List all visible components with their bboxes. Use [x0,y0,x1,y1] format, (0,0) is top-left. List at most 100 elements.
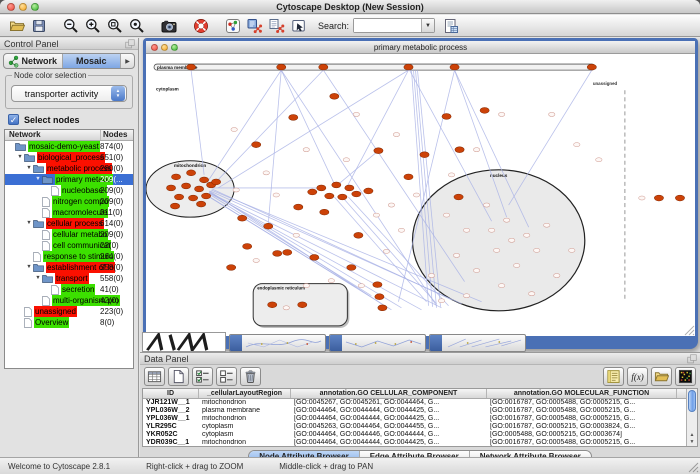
network-node[interactable] [268,302,277,308]
attribute-editor-button[interactable] [440,16,462,36]
tree-item-nucleobase[interactable]: nucleobase-209(0) [5,185,133,196]
table-cell[interactable]: mitochondrion [199,415,291,423]
table-cell[interactable]: [GO:0044464, GO:0044444, GO:0044425, G..… [291,415,487,423]
network-node[interactable] [523,233,529,237]
network-node[interactable] [569,248,575,252]
network-node[interactable] [483,203,489,207]
network-node[interactable] [273,193,279,197]
network-node[interactable] [398,228,404,232]
tree-item-biological-process[interactable]: ▼biological_process651(0) [5,152,133,163]
network-node[interactable] [328,279,334,283]
column-header-4[interactable]: annotation.GO MOLECULAR_FUNCTION [487,389,677,398]
network-node[interactable] [528,292,534,296]
network-node[interactable] [455,147,464,153]
network-node[interactable] [345,185,354,191]
zoom-in-button[interactable] [82,16,104,36]
network-node[interactable] [332,182,341,188]
node-color-dropdown[interactable]: transporter activity ▲▼ [11,85,127,102]
select-nodes-row[interactable]: ✓ Select nodes [8,114,130,125]
network-node[interactable] [186,170,195,176]
network-node[interactable] [347,265,356,271]
table-cell[interactable]: plasma membrane [199,407,291,415]
tree-item-primary-metabo[interactable]: ▼primary metabo209(... [5,174,133,185]
table-cell[interactable]: YJR121W__1 [143,399,199,407]
network-node[interactable] [298,302,307,308]
expand-arrow-icon[interactable]: ▼ [34,174,42,185]
table-cell[interactable]: [GO:0045263, GO:0044464, GO:0044455, G..… [291,423,487,431]
expand-arrow-icon[interactable]: ▼ [34,273,42,284]
table-row[interactable]: YDR039C__1mitochondrion[GO:0044464, GO:0… [143,439,697,447]
tab-network[interactable]: Network [4,54,63,68]
network-node[interactable] [554,274,560,278]
network-node[interactable] [238,215,247,221]
table-cell[interactable]: YDR039C__1 [143,439,199,447]
network-node[interactable] [549,112,555,116]
table-cell[interactable]: mitochondrion [199,399,291,407]
unselect-attributes-button[interactable] [216,367,237,386]
zoom-button[interactable] [31,3,39,11]
help-button[interactable] [190,16,212,36]
new-attribute-button[interactable] [168,367,189,386]
network-node[interactable] [352,191,361,197]
scrollbar-thumb[interactable] [688,390,696,412]
search-input[interactable] [354,19,421,32]
tree-item-overview[interactable]: Overview8(0) [5,317,133,328]
network-node[interactable] [283,306,289,310]
network-node[interactable] [534,248,540,252]
tab-mosaic[interactable]: Mosaic [63,54,122,68]
table-cell[interactable]: [GO:0016787, GO:0005215, GO:0003824, G..… [487,423,677,431]
network-window-titlebar[interactable]: primary metabolic process [146,41,695,54]
network-node[interactable] [181,183,190,189]
network-node[interactable] [420,152,429,158]
import-network-1-button[interactable] [244,16,266,36]
import-table-button[interactable] [651,367,672,386]
table-cell[interactable]: YKR052C [143,431,199,439]
network-node[interactable] [170,203,179,209]
network-node[interactable] [473,269,479,273]
float-panel-icon[interactable] [125,39,135,49]
network-node[interactable] [338,194,347,200]
network-node[interactable] [450,64,459,70]
network-node[interactable] [358,284,364,288]
network-node[interactable] [493,248,499,252]
matrix-button[interactable] [675,367,696,386]
minimized-window-thumbnail-1[interactable] [142,332,226,352]
search-dropdown-button[interactable]: ▼ [421,19,434,32]
network-node[interactable] [277,64,286,70]
network-close-button[interactable] [151,44,158,51]
tree-item-multi-organism-pro[interactable]: multi-organism pro42(0) [5,295,133,306]
network-node[interactable] [544,223,550,227]
tree-item-nitrogen-compo[interactable]: nitrogen compo209(0) [5,196,133,207]
network-node[interactable] [513,263,519,267]
resize-grip[interactable] [687,461,699,473]
network-canvas[interactable]: plasma membranecytoplasmmitochondrionnuc… [146,54,695,336]
open-button[interactable] [6,16,28,36]
network-node[interactable] [263,171,269,175]
network-node[interactable] [448,173,454,177]
network-node[interactable] [303,148,309,152]
network-node[interactable] [166,185,175,191]
network-node[interactable] [243,243,252,249]
expand-arrow-icon[interactable]: ▼ [25,163,33,174]
network-node[interactable] [442,114,451,120]
select-attributes-button[interactable] [192,367,213,386]
delete-attribute-button[interactable] [240,367,261,386]
network-node[interactable] [283,249,292,255]
network-view-window[interactable]: primary metabolic process plasma membran… [143,38,698,349]
network-node[interactable] [320,209,329,215]
tree-item-establishment-of-lo[interactable]: ▼establishment of lo558(0) [5,262,133,273]
network-node[interactable] [378,305,387,311]
save-button[interactable] [28,16,50,36]
network-node[interactable] [227,265,236,271]
select-mode-button[interactable] [288,16,310,36]
network-node[interactable] [596,158,602,162]
table-cell[interactable]: [GO:0044464, GO:0044444, GO:0044425, G..… [291,407,487,415]
network-node[interactable] [212,179,221,185]
network-graph[interactable]: plasma membranecytoplasmmitochondrionnuc… [146,54,695,336]
network-node[interactable] [463,294,469,298]
tree-item-metabolic-process[interactable]: ▼metabolic process280(0) [5,163,133,174]
import-network-2-button[interactable] [266,16,288,36]
scrollbar-arrows[interactable]: ▲▼ [687,432,697,446]
network-node[interactable] [194,186,203,192]
network-node[interactable] [303,284,309,288]
